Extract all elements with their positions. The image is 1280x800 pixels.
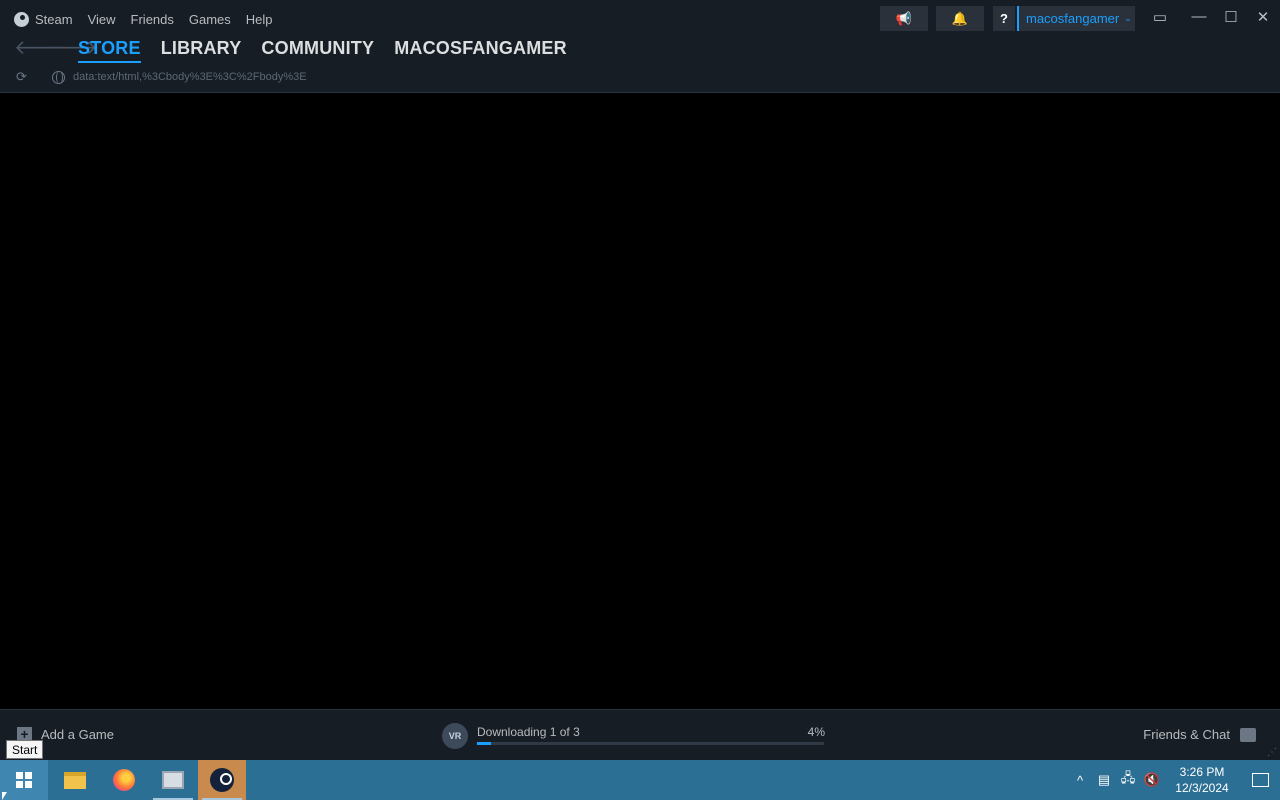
steam-icon bbox=[210, 768, 234, 792]
menu-help[interactable]: Help bbox=[246, 12, 273, 27]
start-tooltip: Start bbox=[6, 740, 44, 759]
chevron-up-icon[interactable]: ^ bbox=[1068, 773, 1092, 788]
download-progress-bar bbox=[477, 742, 824, 745]
storage-icon[interactable]: ▤ bbox=[1092, 772, 1116, 788]
close-button[interactable]: ✕ bbox=[1251, 8, 1275, 26]
url-text[interactable]: data:text/html,%3Cbody%3E%3C%2Fbody%3E bbox=[73, 71, 307, 83]
chevron-down-icon: ⌄ bbox=[1124, 13, 1132, 23]
big-picture-button[interactable]: ▭ bbox=[1148, 8, 1172, 26]
vr-icon: VR bbox=[442, 723, 468, 749]
friends-chat-label: Friends & Chat bbox=[1143, 727, 1230, 742]
menu-steam[interactable]: Steam bbox=[14, 11, 73, 27]
start-button[interactable] bbox=[0, 760, 48, 800]
action-center-button[interactable] bbox=[1240, 773, 1280, 787]
tab-community[interactable]: COMMUNITY bbox=[261, 38, 374, 59]
resize-grip-icon[interactable]: ⋰ bbox=[1267, 747, 1277, 758]
taskbar-control-panel[interactable] bbox=[149, 760, 197, 800]
menu-friends[interactable]: Friends bbox=[131, 12, 174, 27]
taskbar-steam[interactable] bbox=[198, 760, 246, 800]
nav-row: 🡐 🡒 STORE LIBRARY COMMUNITY MACOSFANGAME… bbox=[14, 36, 587, 63]
announcements-button[interactable]: 📢 bbox=[880, 6, 928, 31]
account-menu-button[interactable]: macosfangamer ⌄ bbox=[1017, 6, 1135, 31]
download-status-text: Downloading 1 of 3 bbox=[477, 725, 580, 739]
friends-icon bbox=[1240, 727, 1256, 742]
url-bar: ⟳ data:text/html,%3Cbody%3E%3C%2Fbody%3E bbox=[16, 69, 307, 85]
taskbar: ^ ▤ 🖧 🔇 3:26 PM 12/3/2024 bbox=[0, 760, 1280, 800]
control-panel-icon bbox=[162, 771, 184, 789]
minimize-icon: — bbox=[1191, 8, 1207, 25]
menu-games[interactable]: Games bbox=[189, 12, 231, 27]
steam-header: Steam View Friends Games Help 📢 🔔 ? maco… bbox=[0, 0, 1280, 93]
friends-chat-button[interactable]: Friends & Chat bbox=[1143, 727, 1256, 742]
maximize-button[interactable]: ☐ bbox=[1219, 8, 1243, 26]
folder-icon bbox=[64, 771, 86, 789]
firefox-icon bbox=[113, 769, 135, 791]
back-arrow-icon[interactable]: 🡐 bbox=[14, 38, 68, 58]
notifications-button[interactable]: 🔔 bbox=[936, 6, 984, 31]
add-game-label: Add a Game bbox=[41, 727, 114, 742]
tab-profile[interactable]: MACOSFANGAMER bbox=[394, 38, 567, 59]
tab-store[interactable]: STORE bbox=[78, 38, 141, 63]
steam-window: Steam View Friends Games Help 📢 🔔 ? maco… bbox=[0, 0, 1280, 760]
account-name: macosfangamer bbox=[1026, 11, 1120, 26]
taskbar-file-explorer[interactable] bbox=[51, 760, 99, 800]
steam-logo-icon bbox=[14, 11, 29, 27]
mouse-cursor-icon bbox=[2, 792, 7, 800]
menu-view[interactable]: View bbox=[88, 12, 116, 27]
windows-logo-icon bbox=[16, 772, 32, 788]
clock-time: 3:26 PM bbox=[1179, 765, 1225, 779]
volume-muted-icon[interactable]: 🔇 bbox=[1140, 772, 1164, 788]
system-tray: ^ ▤ 🖧 🔇 3:26 PM 12/3/2024 bbox=[1068, 760, 1280, 800]
bell-icon: 🔔 bbox=[951, 10, 969, 26]
maximize-icon: ☐ bbox=[1224, 9, 1238, 26]
clock-date: 12/3/2024 bbox=[1175, 781, 1229, 795]
web-content bbox=[0, 93, 1280, 709]
clock[interactable]: 3:26 PM 12/3/2024 bbox=[1164, 764, 1240, 796]
menu-steam-label: Steam bbox=[35, 11, 73, 27]
forward-arrow-icon[interactable]: 🡒 bbox=[44, 38, 98, 58]
download-status[interactable]: VR Downloading 1 of 3 4% bbox=[442, 723, 827, 751]
menu-bar: Steam View Friends Games Help bbox=[14, 9, 288, 29]
notification-icon bbox=[1251, 773, 1269, 787]
network-icon[interactable]: 🖧 bbox=[1116, 769, 1140, 791]
steam-footer: + Add a Game VR Downloading 1 of 3 4% Fr… bbox=[0, 709, 1280, 760]
globe-icon bbox=[52, 70, 65, 84]
download-percent: 4% bbox=[807, 725, 825, 739]
reload-icon[interactable]: ⟳ bbox=[16, 69, 40, 85]
download-progress-fill bbox=[477, 742, 491, 745]
megaphone-icon: 📢 bbox=[895, 10, 913, 26]
taskbar-firefox[interactable] bbox=[100, 760, 148, 800]
close-icon: ✕ bbox=[1256, 9, 1270, 26]
minimize-button[interactable]: — bbox=[1187, 8, 1211, 25]
tab-library[interactable]: LIBRARY bbox=[161, 38, 242, 59]
help-button[interactable]: ? bbox=[993, 6, 1015, 31]
monitor-icon: ▭ bbox=[1152, 9, 1168, 26]
